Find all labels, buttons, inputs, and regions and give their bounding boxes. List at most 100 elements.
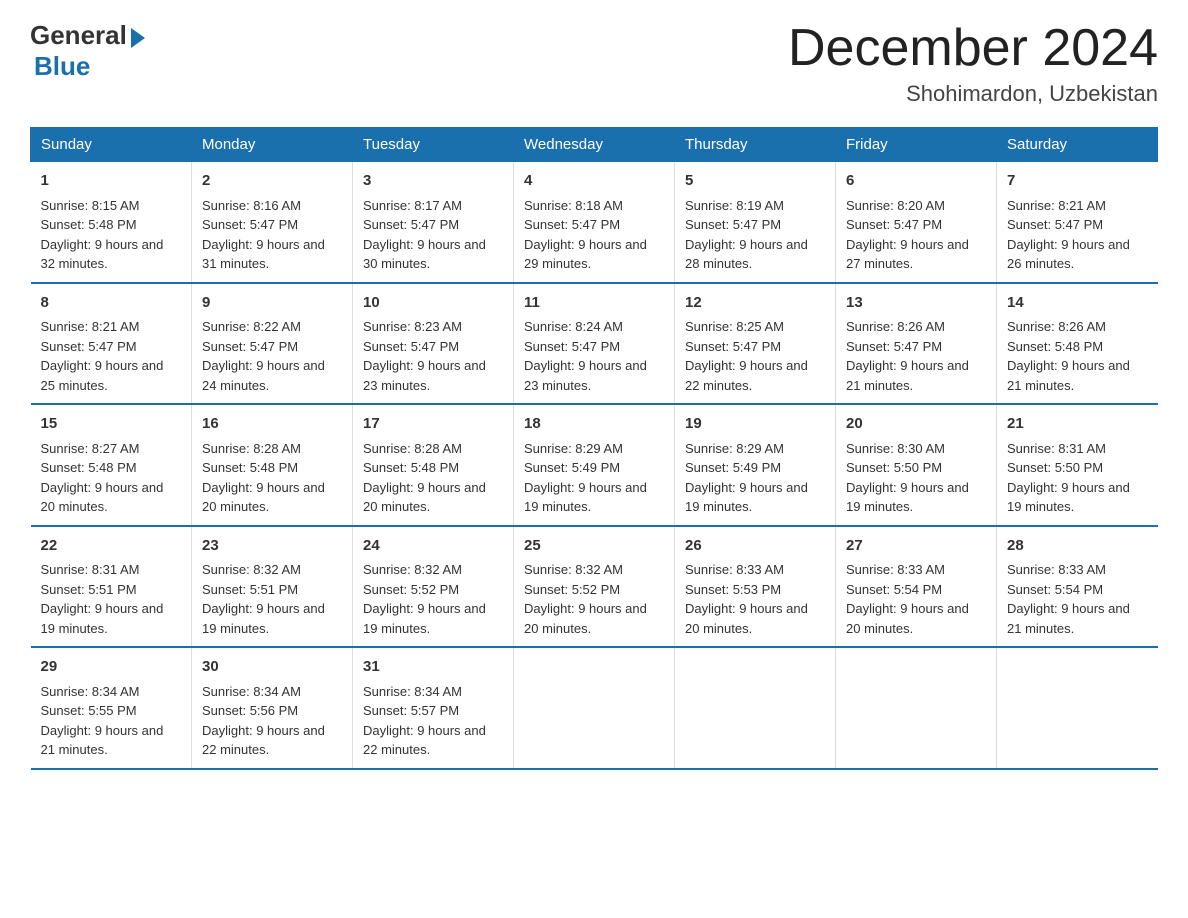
calendar-cell: 31 Sunrise: 8:34 AM Sunset: 5:57 PM Dayl… <box>353 647 514 769</box>
page-header: General Blue December 2024 Shohimardon, … <box>30 20 1158 107</box>
calendar-cell: 12 Sunrise: 8:25 AM Sunset: 5:47 PM Dayl… <box>675 283 836 405</box>
calendar-cell: 27 Sunrise: 8:33 AM Sunset: 5:54 PM Dayl… <box>836 526 997 648</box>
calendar-body: 1 Sunrise: 8:15 AM Sunset: 5:48 PM Dayli… <box>31 162 1158 769</box>
day-number: 26 <box>685 535 825 558</box>
sunrise-text: Sunrise: 8:22 AM <box>202 319 301 334</box>
calendar-cell: 19 Sunrise: 8:29 AM Sunset: 5:49 PM Dayl… <box>675 404 836 526</box>
calendar-cell: 2 Sunrise: 8:16 AM Sunset: 5:47 PM Dayli… <box>192 162 353 283</box>
daylight-text: Daylight: 9 hours and 29 minutes. <box>524 237 647 272</box>
daylight-text: Daylight: 9 hours and 20 minutes. <box>363 480 486 515</box>
calendar-cell: 17 Sunrise: 8:28 AM Sunset: 5:48 PM Dayl… <box>353 404 514 526</box>
daylight-text: Daylight: 9 hours and 22 minutes. <box>685 358 808 393</box>
logo-general-text: General <box>30 20 127 51</box>
day-number: 30 <box>202 656 342 679</box>
sunrise-text: Sunrise: 8:33 AM <box>685 562 784 577</box>
day-number: 23 <box>202 535 342 558</box>
calendar-week-2: 8 Sunrise: 8:21 AM Sunset: 5:47 PM Dayli… <box>31 283 1158 405</box>
sunrise-text: Sunrise: 8:23 AM <box>363 319 462 334</box>
month-year-title: December 2024 <box>788 20 1158 77</box>
day-number: 24 <box>363 535 503 558</box>
day-number: 6 <box>846 170 986 193</box>
calendar-cell: 10 Sunrise: 8:23 AM Sunset: 5:47 PM Dayl… <box>353 283 514 405</box>
daylight-text: Daylight: 9 hours and 32 minutes. <box>41 237 164 272</box>
daylight-text: Daylight: 9 hours and 20 minutes. <box>685 601 808 636</box>
sunrise-text: Sunrise: 8:28 AM <box>363 441 462 456</box>
daylight-text: Daylight: 9 hours and 19 minutes. <box>202 601 325 636</box>
calendar-week-1: 1 Sunrise: 8:15 AM Sunset: 5:48 PM Dayli… <box>31 162 1158 283</box>
sunrise-text: Sunrise: 8:21 AM <box>1007 198 1106 213</box>
sunrise-text: Sunrise: 8:31 AM <box>1007 441 1106 456</box>
calendar-cell: 11 Sunrise: 8:24 AM Sunset: 5:47 PM Dayl… <box>514 283 675 405</box>
day-number: 19 <box>685 413 825 436</box>
calendar-cell: 16 Sunrise: 8:28 AM Sunset: 5:48 PM Dayl… <box>192 404 353 526</box>
calendar-cell: 22 Sunrise: 8:31 AM Sunset: 5:51 PM Dayl… <box>31 526 192 648</box>
day-number: 10 <box>363 292 503 315</box>
calendar-week-4: 22 Sunrise: 8:31 AM Sunset: 5:51 PM Dayl… <box>31 526 1158 648</box>
day-number: 28 <box>1007 535 1148 558</box>
sunset-text: Sunset: 5:48 PM <box>363 460 459 475</box>
day-number: 12 <box>685 292 825 315</box>
sunrise-text: Sunrise: 8:27 AM <box>41 441 140 456</box>
weekday-saturday: Saturday <box>997 128 1158 162</box>
daylight-text: Daylight: 9 hours and 25 minutes. <box>41 358 164 393</box>
day-number: 17 <box>363 413 503 436</box>
sunrise-text: Sunrise: 8:19 AM <box>685 198 784 213</box>
daylight-text: Daylight: 9 hours and 20 minutes. <box>41 480 164 515</box>
daylight-text: Daylight: 9 hours and 19 minutes. <box>524 480 647 515</box>
daylight-text: Daylight: 9 hours and 21 minutes. <box>1007 358 1130 393</box>
sunset-text: Sunset: 5:48 PM <box>41 217 137 232</box>
day-number: 22 <box>41 535 182 558</box>
calendar-cell: 20 Sunrise: 8:30 AM Sunset: 5:50 PM Dayl… <box>836 404 997 526</box>
sunset-text: Sunset: 5:47 PM <box>202 217 298 232</box>
calendar-cell: 23 Sunrise: 8:32 AM Sunset: 5:51 PM Dayl… <box>192 526 353 648</box>
sunset-text: Sunset: 5:47 PM <box>202 339 298 354</box>
day-number: 29 <box>41 656 182 679</box>
sunset-text: Sunset: 5:47 PM <box>685 217 781 232</box>
daylight-text: Daylight: 9 hours and 22 minutes. <box>202 723 325 758</box>
weekday-sunday: Sunday <box>31 128 192 162</box>
day-number: 15 <box>41 413 182 436</box>
day-number: 13 <box>846 292 986 315</box>
day-number: 7 <box>1007 170 1148 193</box>
sunset-text: Sunset: 5:49 PM <box>685 460 781 475</box>
weekday-thursday: Thursday <box>675 128 836 162</box>
weekday-monday: Monday <box>192 128 353 162</box>
sunrise-text: Sunrise: 8:34 AM <box>363 684 462 699</box>
sunset-text: Sunset: 5:50 PM <box>1007 460 1103 475</box>
sunrise-text: Sunrise: 8:20 AM <box>846 198 945 213</box>
sunrise-text: Sunrise: 8:28 AM <box>202 441 301 456</box>
daylight-text: Daylight: 9 hours and 26 minutes. <box>1007 237 1130 272</box>
sunrise-text: Sunrise: 8:25 AM <box>685 319 784 334</box>
calendar-cell: 3 Sunrise: 8:17 AM Sunset: 5:47 PM Dayli… <box>353 162 514 283</box>
weekday-friday: Friday <box>836 128 997 162</box>
sunset-text: Sunset: 5:48 PM <box>202 460 298 475</box>
calendar-cell: 30 Sunrise: 8:34 AM Sunset: 5:56 PM Dayl… <box>192 647 353 769</box>
sunrise-text: Sunrise: 8:30 AM <box>846 441 945 456</box>
calendar-header: SundayMondayTuesdayWednesdayThursdayFrid… <box>31 128 1158 162</box>
location-subtitle: Shohimardon, Uzbekistan <box>788 81 1158 107</box>
sunrise-text: Sunrise: 8:31 AM <box>41 562 140 577</box>
calendar-cell: 9 Sunrise: 8:22 AM Sunset: 5:47 PM Dayli… <box>192 283 353 405</box>
calendar-cell: 13 Sunrise: 8:26 AM Sunset: 5:47 PM Dayl… <box>836 283 997 405</box>
calendar-cell: 29 Sunrise: 8:34 AM Sunset: 5:55 PM Dayl… <box>31 647 192 769</box>
logo-arrow-icon <box>131 28 145 48</box>
sunrise-text: Sunrise: 8:18 AM <box>524 198 623 213</box>
sunrise-text: Sunrise: 8:33 AM <box>846 562 945 577</box>
day-number: 21 <box>1007 413 1148 436</box>
day-number: 14 <box>1007 292 1148 315</box>
sunset-text: Sunset: 5:47 PM <box>363 339 459 354</box>
calendar-cell: 4 Sunrise: 8:18 AM Sunset: 5:47 PM Dayli… <box>514 162 675 283</box>
daylight-text: Daylight: 9 hours and 23 minutes. <box>524 358 647 393</box>
daylight-text: Daylight: 9 hours and 19 minutes. <box>846 480 969 515</box>
calendar-cell: 26 Sunrise: 8:33 AM Sunset: 5:53 PM Dayl… <box>675 526 836 648</box>
logo: General Blue <box>30 20 145 82</box>
sunset-text: Sunset: 5:57 PM <box>363 703 459 718</box>
calendar-cell: 5 Sunrise: 8:19 AM Sunset: 5:47 PM Dayli… <box>675 162 836 283</box>
sunrise-text: Sunrise: 8:32 AM <box>524 562 623 577</box>
daylight-text: Daylight: 9 hours and 19 minutes. <box>685 480 808 515</box>
daylight-text: Daylight: 9 hours and 21 minutes. <box>41 723 164 758</box>
calendar-cell: 15 Sunrise: 8:27 AM Sunset: 5:48 PM Dayl… <box>31 404 192 526</box>
daylight-text: Daylight: 9 hours and 27 minutes. <box>846 237 969 272</box>
daylight-text: Daylight: 9 hours and 28 minutes. <box>685 237 808 272</box>
sunset-text: Sunset: 5:56 PM <box>202 703 298 718</box>
